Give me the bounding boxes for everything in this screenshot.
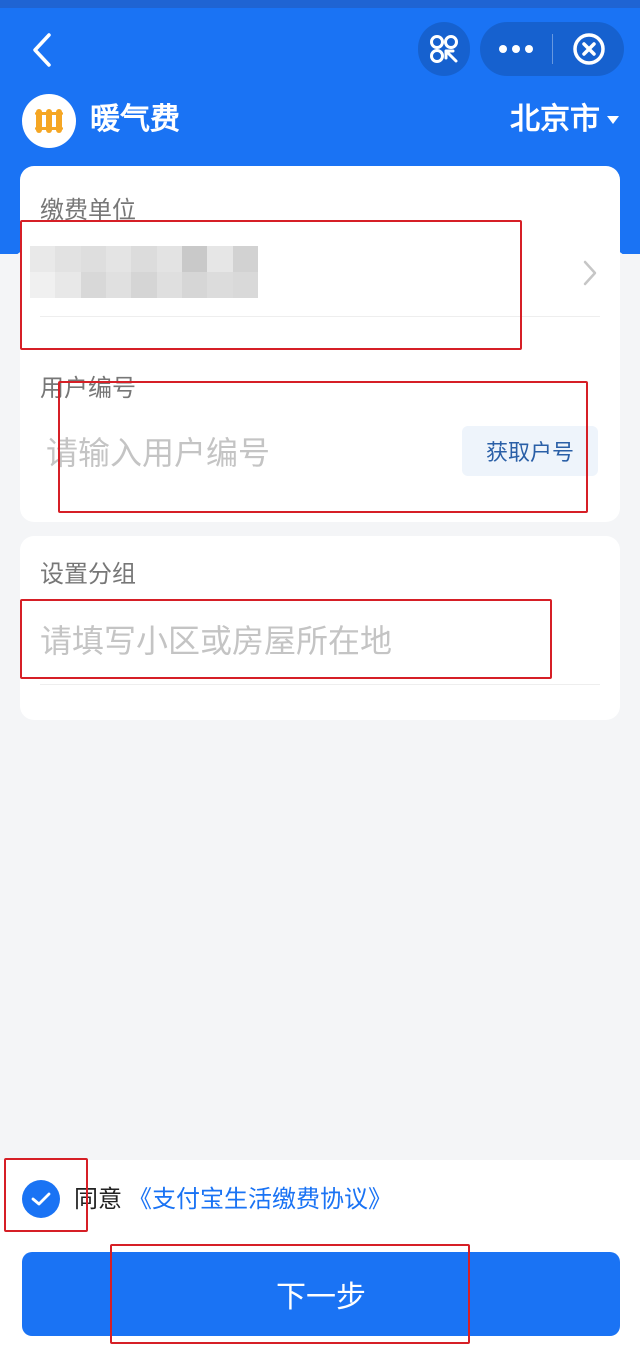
status-strip: [0, 0, 640, 8]
chevron-left-icon: [33, 33, 51, 67]
chevron-right-icon[interactable]: [580, 258, 600, 288]
back-button[interactable]: [22, 26, 62, 74]
payment-unit-value[interactable]: [30, 246, 258, 298]
scan-icon: [430, 35, 458, 63]
caret-down-icon: [607, 116, 619, 124]
close-button[interactable]: [553, 22, 624, 76]
agreement-prefix: 同意: [74, 1185, 122, 1213]
group-label: 设置分组: [40, 560, 136, 588]
agreement-link[interactable]: 《支付宝生活缴费协议》: [128, 1180, 392, 1218]
city-selector[interactable]: 北京市: [510, 98, 620, 142]
scan-button[interactable]: [418, 22, 470, 76]
page-title: 暖气费: [90, 102, 180, 137]
user-id-label: 用户编号: [40, 374, 136, 402]
agreement-checkbox[interactable]: [22, 1180, 60, 1218]
radiator-icon: [35, 109, 63, 133]
more-icon: [499, 45, 533, 53]
app-logo: [22, 94, 76, 148]
field-divider: [40, 316, 600, 317]
city-name: 北京市: [510, 102, 600, 137]
user-id-input[interactable]: [46, 428, 446, 478]
account-card: 缴费单位 用户编号 获取户号: [20, 166, 620, 522]
close-circle-icon: [572, 33, 605, 65]
group-input[interactable]: [40, 616, 580, 666]
check-icon: [31, 1192, 51, 1206]
next-step-button[interactable]: 下一步: [22, 1252, 620, 1336]
field-divider: [40, 684, 600, 685]
mini-program-capsule: [480, 22, 624, 76]
get-account-number-button[interactable]: 获取户号: [462, 426, 598, 476]
payment-unit-label: 缴费单位: [40, 196, 136, 224]
more-button[interactable]: [480, 22, 552, 76]
group-card: 设置分组: [20, 536, 620, 720]
